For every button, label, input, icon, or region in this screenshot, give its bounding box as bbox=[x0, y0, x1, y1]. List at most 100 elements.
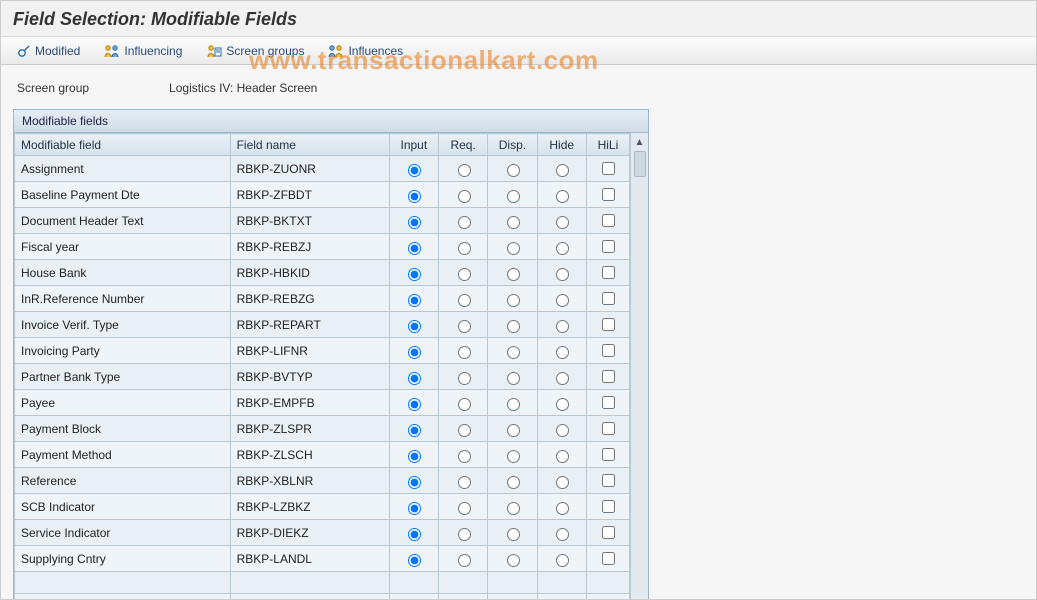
hide-radio[interactable] bbox=[556, 242, 569, 255]
influencing-button[interactable]: Influencing bbox=[100, 42, 186, 60]
col-req-header[interactable]: Req. bbox=[439, 134, 488, 156]
hide-radio[interactable] bbox=[556, 294, 569, 307]
input-radio[interactable] bbox=[408, 476, 421, 489]
hili-checkbox[interactable] bbox=[602, 344, 615, 357]
disp-radio[interactable] bbox=[507, 502, 520, 515]
hili-checkbox[interactable] bbox=[602, 526, 615, 539]
hide-radio[interactable] bbox=[556, 398, 569, 411]
col-input-header[interactable]: Input bbox=[389, 134, 438, 156]
scroll-up-icon[interactable]: ▲ bbox=[633, 135, 647, 149]
req-radio[interactable] bbox=[458, 190, 471, 203]
col-hide-header[interactable]: Hide bbox=[537, 134, 586, 156]
influences-button[interactable]: Influences bbox=[324, 42, 407, 60]
hili-checkbox[interactable] bbox=[602, 318, 615, 331]
table-row[interactable]: InR.Reference NumberRBKP-REBZG bbox=[15, 286, 630, 312]
disp-radio[interactable] bbox=[507, 190, 520, 203]
hide-radio[interactable] bbox=[556, 372, 569, 385]
hili-checkbox[interactable] bbox=[602, 552, 615, 565]
table-row[interactable]: Payment BlockRBKP-ZLSPR bbox=[15, 416, 630, 442]
req-radio[interactable] bbox=[458, 164, 471, 177]
table-row[interactable]: Invoicing PartyRBKP-LIFNR bbox=[15, 338, 630, 364]
disp-radio[interactable] bbox=[507, 554, 520, 567]
req-radio[interactable] bbox=[458, 554, 471, 567]
hide-radio[interactable] bbox=[556, 476, 569, 489]
table-row[interactable]: Fiscal yearRBKP-REBZJ bbox=[15, 234, 630, 260]
table-row[interactable]: Supplying CntryRBKP-LANDL bbox=[15, 546, 630, 572]
input-radio[interactable] bbox=[408, 346, 421, 359]
req-radio[interactable] bbox=[458, 216, 471, 229]
hide-radio[interactable] bbox=[556, 268, 569, 281]
hide-radio[interactable] bbox=[556, 164, 569, 177]
disp-radio[interactable] bbox=[507, 424, 520, 437]
hili-checkbox[interactable] bbox=[602, 474, 615, 487]
screen-groups-button[interactable]: Screen groups bbox=[202, 42, 308, 60]
input-radio[interactable] bbox=[408, 372, 421, 385]
hili-checkbox[interactable] bbox=[602, 292, 615, 305]
req-radio[interactable] bbox=[458, 346, 471, 359]
disp-radio[interactable] bbox=[507, 242, 520, 255]
input-radio[interactable] bbox=[408, 424, 421, 437]
disp-radio[interactable] bbox=[507, 346, 520, 359]
input-radio[interactable] bbox=[408, 554, 421, 567]
hili-checkbox[interactable] bbox=[602, 500, 615, 513]
hili-checkbox[interactable] bbox=[602, 448, 615, 461]
hili-checkbox[interactable] bbox=[602, 240, 615, 253]
input-radio[interactable] bbox=[408, 450, 421, 463]
table-row[interactable]: House BankRBKP-HBKID bbox=[15, 260, 630, 286]
modified-button[interactable]: Modified bbox=[13, 42, 84, 60]
input-radio[interactable] bbox=[408, 268, 421, 281]
disp-radio[interactable] bbox=[507, 372, 520, 385]
hili-checkbox[interactable] bbox=[602, 266, 615, 279]
input-radio[interactable] bbox=[408, 190, 421, 203]
disp-radio[interactable] bbox=[507, 294, 520, 307]
disp-radio[interactable] bbox=[507, 216, 520, 229]
col-hili-header[interactable]: HiLi bbox=[586, 134, 629, 156]
hili-checkbox[interactable] bbox=[602, 162, 615, 175]
hili-checkbox[interactable] bbox=[602, 214, 615, 227]
hide-radio[interactable] bbox=[556, 502, 569, 515]
disp-radio[interactable] bbox=[507, 164, 520, 177]
req-radio[interactable] bbox=[458, 528, 471, 541]
hide-radio[interactable] bbox=[556, 320, 569, 333]
input-radio[interactable] bbox=[408, 320, 421, 333]
table-row[interactable]: ReferenceRBKP-XBLNR bbox=[15, 468, 630, 494]
input-radio[interactable] bbox=[408, 294, 421, 307]
disp-radio[interactable] bbox=[507, 450, 520, 463]
table-row[interactable]: Service IndicatorRBKP-DIEKZ bbox=[15, 520, 630, 546]
table-row[interactable]: Baseline Payment DteRBKP-ZFBDT bbox=[15, 182, 630, 208]
req-radio[interactable] bbox=[458, 398, 471, 411]
hide-radio[interactable] bbox=[556, 424, 569, 437]
hide-radio[interactable] bbox=[556, 346, 569, 359]
disp-radio[interactable] bbox=[507, 528, 520, 541]
req-radio[interactable] bbox=[458, 424, 471, 437]
req-radio[interactable] bbox=[458, 242, 471, 255]
table-scrollbar[interactable]: ▲ ▼ bbox=[630, 133, 648, 600]
scroll-track[interactable] bbox=[634, 177, 646, 600]
disp-radio[interactable] bbox=[507, 398, 520, 411]
req-radio[interactable] bbox=[458, 476, 471, 489]
req-radio[interactable] bbox=[458, 268, 471, 281]
req-radio[interactable] bbox=[458, 450, 471, 463]
disp-radio[interactable] bbox=[507, 320, 520, 333]
table-row[interactable]: AssignmentRBKP-ZUONR bbox=[15, 156, 630, 182]
col-disp-header[interactable]: Disp. bbox=[488, 134, 537, 156]
table-row[interactable]: SCB IndicatorRBKP-LZBKZ bbox=[15, 494, 630, 520]
input-radio[interactable] bbox=[408, 242, 421, 255]
hili-checkbox[interactable] bbox=[602, 422, 615, 435]
hili-checkbox[interactable] bbox=[602, 370, 615, 383]
hide-radio[interactable] bbox=[556, 450, 569, 463]
table-row[interactable]: Payment MethodRBKP-ZLSCH bbox=[15, 442, 630, 468]
req-radio[interactable] bbox=[458, 502, 471, 515]
input-radio[interactable] bbox=[408, 528, 421, 541]
table-row[interactable]: Document Header TextRBKP-BKTXT bbox=[15, 208, 630, 234]
col-name-header[interactable]: Field name bbox=[230, 134, 389, 156]
hili-checkbox[interactable] bbox=[602, 396, 615, 409]
table-row[interactable]: Partner Bank TypeRBKP-BVTYP bbox=[15, 364, 630, 390]
input-radio[interactable] bbox=[408, 164, 421, 177]
table-row[interactable]: Invoice Verif. TypeRBKP-REPART bbox=[15, 312, 630, 338]
input-radio[interactable] bbox=[408, 502, 421, 515]
disp-radio[interactable] bbox=[507, 476, 520, 489]
hide-radio[interactable] bbox=[556, 216, 569, 229]
hide-radio[interactable] bbox=[556, 190, 569, 203]
input-radio[interactable] bbox=[408, 398, 421, 411]
